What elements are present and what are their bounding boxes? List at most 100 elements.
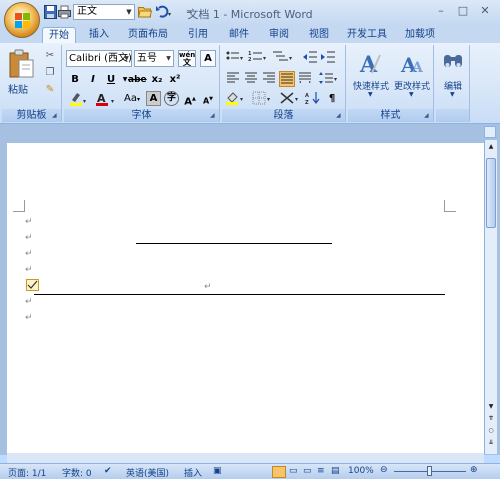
zoom-out-icon[interactable]: ⊖	[380, 465, 388, 475]
tab-references[interactable]: 引用	[181, 27, 215, 43]
proofing-icon[interactable]: ✔	[104, 466, 112, 476]
horizontal-scrollbar[interactable]	[7, 453, 484, 463]
change-styles-icon: AA	[400, 53, 424, 77]
font-size-combo[interactable]: 五号 ▼	[134, 50, 174, 67]
zoom-slider-thumb[interactable]	[427, 466, 432, 476]
tab-developer[interactable]: 开发工具	[342, 27, 392, 43]
status-bar: 页面: 1/1 字数: 0 ✔ 英语(美国) 插入 ▣ ▭ ▭ ≡ ▤ 100%…	[0, 463, 500, 479]
font-group-label: 字体	[64, 109, 219, 122]
editing-button[interactable]: 编辑 ▼	[438, 47, 468, 103]
dialog-launcher-icon[interactable]: ◢	[210, 112, 218, 120]
full-screen-reading-icon[interactable]: ▭	[289, 466, 298, 476]
office-button[interactable]	[4, 2, 40, 38]
bullets-icon[interactable]: ▾	[225, 50, 245, 66]
scroll-thumb[interactable]	[486, 158, 496, 228]
minimize-icon[interactable]: –	[434, 4, 448, 18]
next-page-icon[interactable]: ⇊	[486, 438, 496, 448]
tab-page-layout[interactable]: 页面布局	[123, 27, 173, 43]
word-count[interactable]: 字数: 0	[62, 466, 92, 479]
window-title: 文档 1 - Microsoft Word	[187, 8, 313, 21]
tab-review[interactable]: 审阅	[262, 27, 296, 43]
multilevel-list-icon[interactable]: ▾	[272, 50, 294, 66]
shading-icon[interactable]: ▾	[225, 91, 247, 107]
insert-mode[interactable]: 插入	[184, 466, 202, 479]
shrink-font-button[interactable]: A▼	[200, 91, 216, 107]
quick-styles-icon: A	[359, 52, 381, 77]
dialog-launcher-icon[interactable]: ◢	[336, 112, 344, 120]
enclose-char-button[interactable]: 字	[164, 91, 179, 106]
document-page[interactable]: ↵ ↵ ↵ ↵ ↵ ↵ ↵	[7, 143, 484, 455]
copy-icon[interactable]: ❐	[42, 65, 58, 81]
format-painter-icon[interactable]: ✎	[42, 82, 58, 98]
align-right-icon[interactable]	[261, 71, 277, 87]
ribbon-tabs: 开始 插入 页面布局 引用 邮件 审阅 视图 开发工具 加载项	[0, 26, 500, 43]
macro-record-icon[interactable]: ▣	[213, 466, 222, 476]
strikethrough-button[interactable]: abe	[128, 72, 147, 88]
bold-button[interactable]: B	[67, 72, 83, 88]
editing-group: 编辑 ▼	[436, 45, 470, 122]
align-center-icon[interactable]	[243, 71, 259, 87]
autocorrect-options-icon[interactable]	[26, 279, 39, 291]
close-icon[interactable]: ✕	[478, 4, 492, 18]
page-count[interactable]: 页面: 1/1	[8, 466, 46, 479]
phonetic-guide-button[interactable]: wén 文	[178, 50, 196, 67]
char-border-button[interactable]: A	[200, 50, 216, 67]
tab-mailings[interactable]: 邮件	[222, 27, 256, 43]
superscript-button[interactable]: x²	[166, 72, 184, 88]
office-logo-icon	[15, 13, 30, 28]
change-case-label: Aa	[124, 93, 137, 104]
zoom-level[interactable]: 100%	[348, 466, 374, 476]
ruler-toggle-icon[interactable]	[484, 126, 496, 138]
draft-icon[interactable]: ▤	[331, 466, 340, 476]
distributed-icon[interactable]	[297, 71, 313, 87]
chevron-down-icon[interactable]: ▼	[122, 51, 131, 66]
browse-object-icon[interactable]: ○	[486, 426, 496, 436]
sort-icon[interactable]: AZ	[305, 91, 321, 107]
ribbon: 粘贴 ✂ ❐ ✎ 剪贴板 ◢ Calibri (西文) ▼ 五号 ▼ wén 文 …	[0, 43, 500, 124]
tab-insert[interactable]: 插入	[82, 27, 116, 43]
cut-icon[interactable]: ✂	[42, 48, 58, 64]
short-horizontal-line[interactable]	[136, 243, 332, 244]
change-styles-button[interactable]: AA 更改样式 ▼	[392, 47, 432, 103]
increase-indent-icon[interactable]	[320, 50, 336, 66]
change-case-button[interactable]: Aa▾	[120, 91, 144, 107]
tab-addins[interactable]: 加载项	[400, 27, 440, 43]
paste-button[interactable]: 粘贴	[6, 47, 36, 96]
font-color-icon[interactable]: A ▾	[94, 91, 118, 107]
tab-home[interactable]: 开始	[42, 27, 76, 43]
numbering-icon[interactable]: 1 2 ▾	[248, 50, 268, 66]
outline-icon[interactable]: ≡	[317, 466, 325, 476]
align-left-icon[interactable]	[225, 71, 241, 87]
font-name-combo[interactable]: Calibri (西文) ▼	[66, 50, 132, 67]
web-layout-icon[interactable]: ▭	[303, 466, 312, 476]
scroll-up-icon[interactable]: ▲	[486, 142, 496, 152]
chinese-layout-icon[interactable]: ▾	[280, 91, 302, 107]
show-marks-icon[interactable]: ¶	[324, 91, 340, 107]
maximize-icon[interactable]: □	[456, 4, 470, 18]
long-horizontal-line[interactable]	[34, 294, 445, 295]
chevron-down-icon: ▼	[450, 91, 455, 98]
vertical-scrollbar[interactable]: ▲ ▼ ⇈ ○ ⇊	[484, 140, 497, 454]
char-shading-button[interactable]: A	[146, 91, 161, 106]
tab-view[interactable]: 视图	[302, 27, 336, 43]
italic-button[interactable]: I	[85, 72, 101, 88]
dialog-launcher-icon[interactable]: ◢	[52, 112, 60, 120]
subscript-button[interactable]: x₂	[148, 72, 166, 88]
line-spacing-icon[interactable]: ▾	[318, 71, 340, 87]
zoom-in-icon[interactable]: ⊕	[470, 465, 478, 475]
quick-styles-button[interactable]: A 快速样式 ▼	[350, 47, 392, 103]
previous-page-icon[interactable]: ⇈	[486, 414, 496, 424]
language-indicator[interactable]: 英语(美国)	[126, 466, 169, 479]
chevron-down-icon[interactable]: ▼	[164, 51, 173, 66]
chevron-down-icon: ▾	[136, 96, 140, 103]
grow-font-button[interactable]: A▲	[182, 91, 198, 107]
highlight-icon[interactable]: ▾	[67, 91, 89, 107]
borders-icon[interactable]: ▾	[252, 91, 274, 107]
font-size-value: 五号	[137, 53, 157, 64]
scroll-down-icon[interactable]: ▼	[486, 402, 496, 412]
grow-font-arrow: ▲	[191, 96, 196, 102]
justify-icon[interactable]	[279, 71, 295, 87]
decrease-indent-icon[interactable]	[302, 50, 318, 66]
dialog-launcher-icon[interactable]: ◢	[424, 112, 432, 120]
print-layout-icon[interactable]	[272, 466, 286, 478]
